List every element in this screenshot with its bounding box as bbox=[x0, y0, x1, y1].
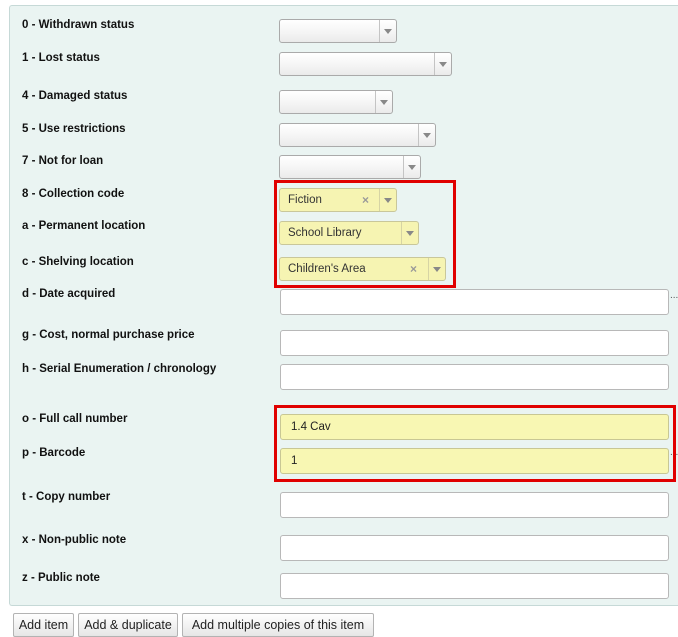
withdrawn-status-label: 0 - Withdrawn status bbox=[22, 19, 135, 31]
damaged-status-label: 4 - Damaged status bbox=[22, 90, 128, 102]
nonpublic-note-label: x - Non-public note bbox=[22, 534, 127, 546]
serial-enumeration-label: h - Serial Enumeration / chronology bbox=[22, 363, 217, 375]
chevron-down-icon bbox=[403, 156, 420, 178]
lost-status-label: 1 - Lost status bbox=[22, 52, 100, 64]
call-number-label: o - Full call number bbox=[22, 413, 128, 425]
permanent-location-label: a - Permanent location bbox=[22, 220, 146, 232]
chevron-down-icon bbox=[375, 91, 392, 113]
highlight-callnumber-barcode bbox=[274, 405, 676, 482]
collection-code-label: 8 - Collection code bbox=[22, 188, 125, 200]
barcode-label: p - Barcode bbox=[22, 447, 86, 459]
add-duplicate-button[interactable]: Add & duplicate bbox=[78, 613, 178, 637]
lost-status-select[interactable] bbox=[279, 52, 452, 76]
date-acquired-label: d - Date acquired bbox=[22, 288, 116, 300]
date-acquired-input[interactable] bbox=[280, 289, 669, 315]
add-item-button[interactable]: Add item bbox=[13, 613, 74, 637]
chevron-down-icon bbox=[434, 53, 451, 75]
copy-number-label: t - Copy number bbox=[22, 491, 111, 503]
chevron-down-icon bbox=[418, 124, 435, 146]
public-note-input[interactable] bbox=[280, 573, 669, 599]
shelving-location-label: c - Shelving location bbox=[22, 256, 134, 268]
add-multiple-copies-button[interactable]: Add multiple copies of this item bbox=[182, 613, 374, 637]
highlight-location-fields bbox=[274, 180, 456, 288]
public-note-label: z - Public note bbox=[22, 572, 100, 584]
nonpublic-note-input[interactable] bbox=[280, 535, 669, 561]
not-for-loan-label: 7 - Not for loan bbox=[22, 155, 104, 167]
chevron-down-icon bbox=[379, 20, 396, 42]
serial-enumeration-input[interactable] bbox=[280, 364, 669, 390]
more-icon[interactable]: ... bbox=[670, 290, 678, 301]
use-restrictions-label: 5 - Use restrictions bbox=[22, 123, 126, 135]
withdrawn-status-select[interactable] bbox=[279, 19, 397, 43]
not-for-loan-select[interactable] bbox=[279, 155, 421, 179]
cost-label: g - Cost, normal purchase price bbox=[22, 329, 195, 341]
copy-number-input[interactable] bbox=[280, 492, 669, 518]
cost-input[interactable] bbox=[280, 330, 669, 356]
use-restrictions-select[interactable] bbox=[279, 123, 436, 147]
damaged-status-select[interactable] bbox=[279, 90, 393, 114]
